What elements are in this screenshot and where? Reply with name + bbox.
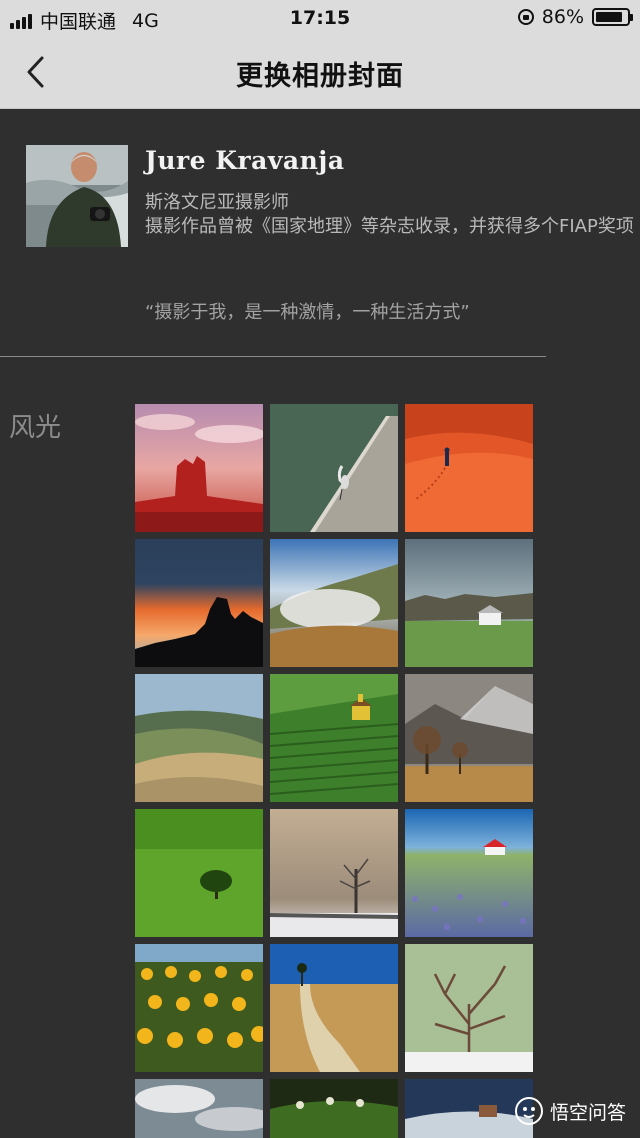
battery-icon — [592, 8, 633, 26]
status-right: 86% — [517, 6, 633, 28]
photographer-bio: 斯洛文尼亚摄影师 摄影作品曾被《国家地理》等杂志收录，并获得多个FIAP奖项 — [145, 191, 635, 239]
photo-foggy-tree-snow[interactable] — [270, 809, 398, 937]
photographer-quote: “摄影于我，是一种激情，一种生活方式” — [145, 302, 470, 323]
avatar — [26, 145, 128, 247]
photo-sunflower-field[interactable] — [135, 944, 263, 1072]
watermark: 悟空问答 — [514, 1096, 626, 1126]
photo-farmhouse-meadow[interactable] — [405, 539, 533, 667]
photo-lavender-field-house[interactable] — [405, 809, 533, 937]
photo-vineyard-chapel[interactable] — [270, 674, 398, 802]
photo-misty-valley[interactable] — [270, 539, 398, 667]
photo-rolling-hills[interactable] — [135, 674, 263, 802]
photo-red-butte-desert[interactable] — [135, 404, 263, 532]
battery-percent: 86% — [541, 6, 584, 28]
page-title: 更换相册封面 — [236, 61, 404, 92]
watermark-text: 悟空问答 — [549, 1101, 626, 1124]
rotation-lock-icon — [517, 9, 534, 25]
nav-bar: 更换相册封面 — [0, 36, 640, 109]
photo-orange-sand-dunes[interactable] — [405, 404, 533, 532]
status-bar: 中国联通 4G 17:15 86% — [0, 0, 640, 36]
photo-country-road-tree[interactable] — [270, 944, 398, 1072]
divider — [0, 356, 546, 357]
photo-cloudy-sky[interactable] — [135, 1079, 263, 1138]
photo-green-hills-trees[interactable] — [270, 1079, 398, 1138]
bio-line-1: 斯洛文尼亚摄影师 — [145, 192, 289, 213]
photo-bare-tree-snow[interactable] — [405, 944, 533, 1072]
category-label: 风光 — [9, 413, 62, 443]
photo-heron-on-boardwalk[interactable] — [270, 404, 398, 532]
wukong-logo-icon — [514, 1097, 543, 1125]
photo-lone-tree-green-field[interactable] — [135, 809, 263, 937]
photo-autumn-trees-mountains[interactable] — [405, 674, 533, 802]
photo-sunset-rock-silhouette[interactable] — [135, 539, 263, 667]
photographer-name: Jure Kravanja — [145, 146, 345, 175]
bio-line-2: 摄影作品曾被《国家地理》等杂志收录，并获得多个FIAP奖项 — [145, 216, 634, 237]
